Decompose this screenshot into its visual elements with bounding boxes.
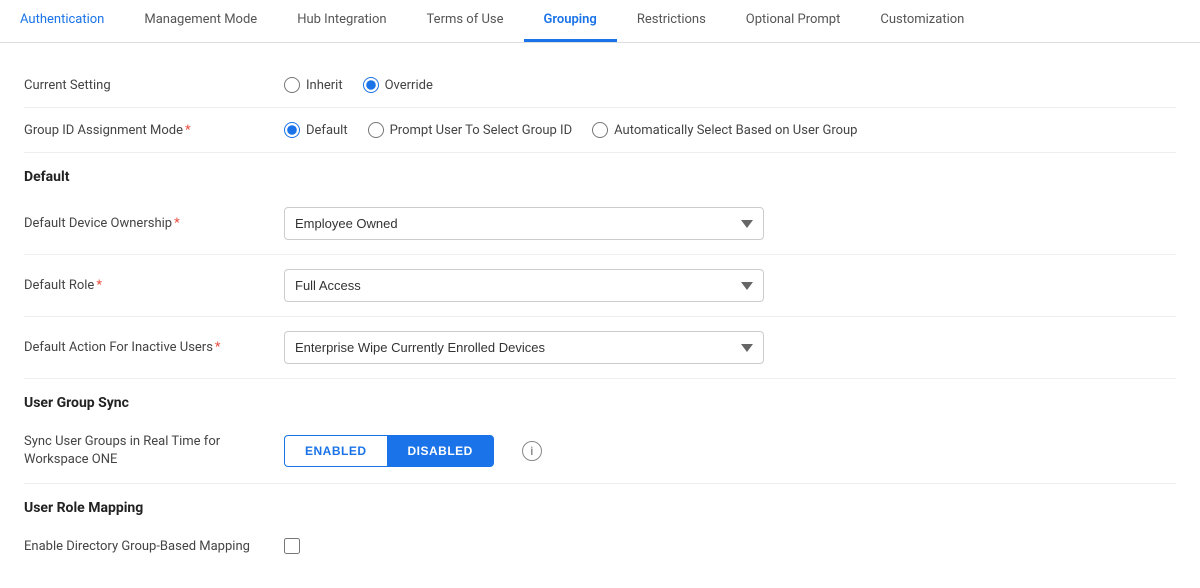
required-indicator-2: * <box>96 278 102 293</box>
device-ownership-label: Default Device Ownership* <box>24 216 284 231</box>
group-id-controls: Default Prompt User To Select Group ID A… <box>284 122 1176 138</box>
default-role-select[interactable]: Full Access Read Only No Access <box>284 269 764 302</box>
default-role-label: Default Role* <box>24 278 284 293</box>
prompt-user-label: Prompt User To Select Group ID <box>390 123 573 138</box>
default-role-row: Default Role* Full Access Read Only No A… <box>24 255 1176 317</box>
current-setting-row: Current Setting Inherit Override <box>24 63 1176 108</box>
directory-mapping-label: Enable Directory Group-Based Mapping <box>24 539 284 554</box>
tab-hub-integration[interactable]: Hub Integration <box>277 0 406 42</box>
default-radio[interactable] <box>284 122 300 138</box>
sync-controls: ENABLED DISABLED i <box>284 435 1176 467</box>
tab-authentication[interactable]: Authentication <box>0 0 124 42</box>
user-role-mapping-header: User Role Mapping <box>24 484 1176 524</box>
tab-management-mode[interactable]: Management Mode <box>124 0 277 42</box>
device-ownership-select[interactable]: Employee Owned Corporate Owned Shared <box>284 207 764 240</box>
tab-customization[interactable]: Customization <box>860 0 984 42</box>
tab-restrictions[interactable]: Restrictions <box>617 0 726 42</box>
device-ownership-row: Default Device Ownership* Employee Owned… <box>24 193 1176 255</box>
default-label: Default <box>306 123 348 138</box>
override-radio[interactable] <box>363 77 379 93</box>
default-option[interactable]: Default <box>284 122 348 138</box>
inherit-label: Inherit <box>306 78 343 93</box>
inactive-users-select[interactable]: Enterprise Wipe Currently Enrolled Devic… <box>284 331 764 364</box>
group-id-label: Group ID Assignment Mode* <box>24 123 284 138</box>
current-setting-controls: Inherit Override <box>284 77 1176 93</box>
directory-mapping-row: Enable Directory Group-Based Mapping <box>24 524 1176 568</box>
default-section-header: Default <box>24 153 1176 193</box>
default-role-controls: Full Access Read Only No Access <box>284 269 1176 302</box>
inactive-users-controls: Enterprise Wipe Currently Enrolled Devic… <box>284 331 1176 364</box>
directory-mapping-checkbox[interactable] <box>284 538 300 554</box>
override-option[interactable]: Override <box>363 77 433 93</box>
tab-grouping[interactable]: Grouping <box>524 0 617 42</box>
prompt-user-radio[interactable] <box>368 122 384 138</box>
prompt-user-option[interactable]: Prompt User To Select Group ID <box>368 122 573 138</box>
disabled-button[interactable]: DISABLED <box>387 435 494 467</box>
override-label: Override <box>385 78 433 93</box>
required-indicator-3: * <box>215 340 221 355</box>
auto-select-radio[interactable] <box>592 122 608 138</box>
tab-bar: Authentication Management Mode Hub Integ… <box>0 0 1200 43</box>
tab-terms-of-use[interactable]: Terms of Use <box>407 0 524 42</box>
inactive-users-label: Default Action For Inactive Users* <box>24 340 284 355</box>
toggle-group: ENABLED DISABLED <box>284 435 494 467</box>
sync-user-groups-row: Sync User Groups in Real Time for Worksp… <box>24 419 1176 484</box>
device-ownership-controls: Employee Owned Corporate Owned Shared <box>284 207 1176 240</box>
sync-label: Sync User Groups in Real Time for Worksp… <box>24 433 284 469</box>
group-id-assignment-row: Group ID Assignment Mode* Default Prompt… <box>24 108 1176 153</box>
main-content: Current Setting Inherit Override Group I… <box>0 43 1200 588</box>
info-icon[interactable]: i <box>522 441 542 461</box>
inactive-users-row: Default Action For Inactive Users* Enter… <box>24 317 1176 379</box>
tab-optional-prompt[interactable]: Optional Prompt <box>726 0 861 42</box>
auto-select-label: Automatically Select Based on User Group <box>614 123 857 138</box>
required-indicator: * <box>185 123 191 138</box>
inherit-option[interactable]: Inherit <box>284 77 343 93</box>
current-setting-label: Current Setting <box>24 78 284 93</box>
directory-mapping-controls <box>284 538 1176 554</box>
enabled-button[interactable]: ENABLED <box>284 435 387 467</box>
inherit-radio[interactable] <box>284 77 300 93</box>
required-indicator-1: * <box>174 216 180 231</box>
user-group-sync-header: User Group Sync <box>24 379 1176 419</box>
auto-select-option[interactable]: Automatically Select Based on User Group <box>592 122 857 138</box>
